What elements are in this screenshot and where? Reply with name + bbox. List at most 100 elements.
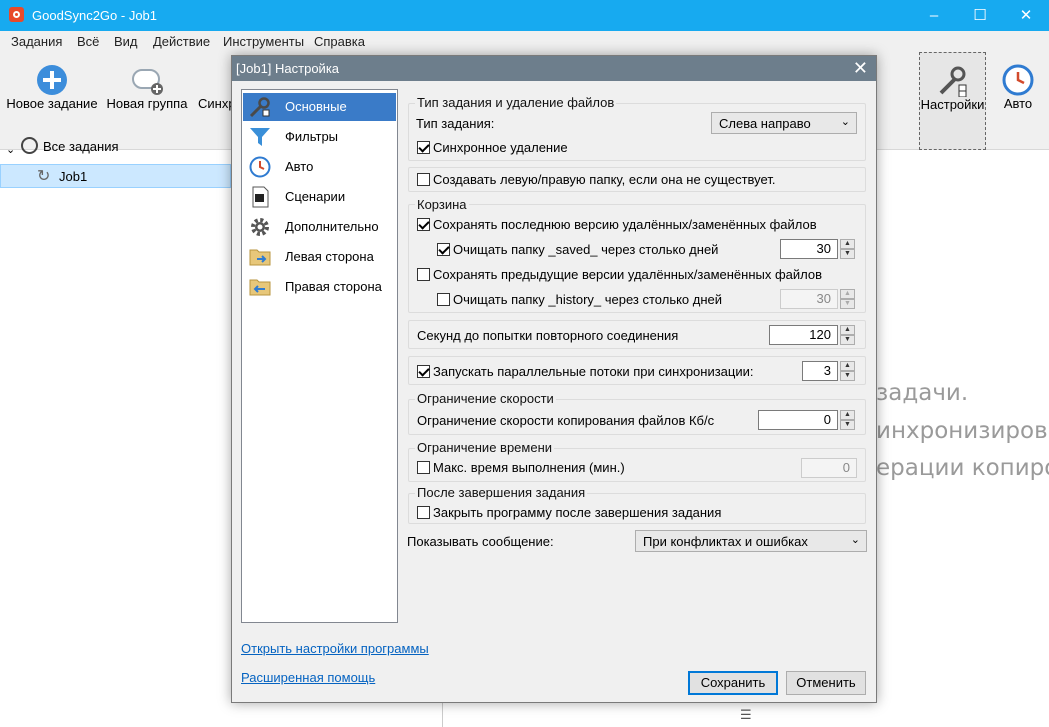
chevron-down-icon: ⌄ <box>840 116 850 128</box>
job-tree: ⌄ Все задания ↻ Job1 <box>0 137 231 727</box>
menu-action[interactable]: Действие <box>153 34 210 49</box>
parallel-checkbox[interactable] <box>417 365 430 378</box>
tree-item-job1[interactable]: ↻ Job1 <box>0 164 231 188</box>
nav-item-general[interactable]: Основные <box>243 93 396 121</box>
save-button[interactable]: Сохранить <box>688 671 778 695</box>
clean-history-checkbox[interactable] <box>437 293 450 306</box>
nav-item-right-side[interactable]: Правая сторона <box>243 273 396 301</box>
stepper-up-icon[interactable]: ▲ <box>840 289 855 299</box>
clean-saved-checkbox[interactable] <box>437 243 450 256</box>
open-program-settings-link[interactable]: Открыть настройки программы <box>241 641 429 656</box>
keep-previous-checkbox[interactable] <box>417 268 430 281</box>
menu-jobs[interactable]: Задания <box>11 34 62 49</box>
maximize-button[interactable]: ☐ <box>957 0 1003 31</box>
keep-previous-label: Сохранять предыдущие версии удалённых/за… <box>433 267 823 282</box>
keep-last-label: Сохранять последнюю версию удалённых/зам… <box>433 217 817 232</box>
menu-tools[interactable]: Инструменты <box>223 34 304 49</box>
folder-left-icon <box>249 249 271 266</box>
stepper-up-icon[interactable]: ▲ <box>840 361 855 371</box>
settings-dialog: [Job1] Настройка ✕ Основные Фильтры Авто <box>231 55 877 703</box>
stepper-up-icon[interactable]: ▲ <box>840 410 855 420</box>
auto-label: Авто <box>1003 96 1033 111</box>
stepper-down-icon[interactable]: ▼ <box>840 299 855 309</box>
minimize-button[interactable]: – <box>911 0 957 31</box>
show-message-label: Показывать сообщение: <box>407 534 554 549</box>
sync-button[interactable]: Синхр <box>194 52 236 150</box>
settings-button[interactable]: Настройки <box>919 52 986 150</box>
clean-saved-stepper[interactable]: 30 ▲ ▼ <box>780 239 856 259</box>
close-button[interactable]: ✕ <box>1003 0 1049 31</box>
nav-item-scripts[interactable]: Сценарии <box>243 183 396 211</box>
nav-item-advanced[interactable]: Дополнительно <box>243 213 396 241</box>
retry-label: Секунд до попытки повторного соединения <box>417 328 679 343</box>
sync-delete-label: Синхронное удаление <box>433 140 568 155</box>
time-limit-field[interactable]: 0 <box>801 458 857 478</box>
funnel-icon <box>250 128 270 146</box>
menu-view[interactable]: Вид <box>114 34 138 49</box>
nav-label-scripts: Сценарии <box>285 189 346 204</box>
time-limit-value[interactable]: 0 <box>801 458 857 478</box>
speed-stepper[interactable]: 0 ▲ ▼ <box>758 410 856 430</box>
nav-item-filters[interactable]: Фильтры <box>243 123 396 151</box>
chevron-down-icon: ⌄ <box>850 534 860 546</box>
nav-label-right-side: Правая сторона <box>285 279 382 294</box>
chevron-down-icon[interactable]: ⌄ <box>6 143 15 156</box>
stepper-down-icon[interactable]: ▼ <box>840 249 855 259</box>
nav-item-auto[interactable]: Авто <box>243 153 396 181</box>
speed-value[interactable]: 0 <box>758 410 838 430</box>
app-logo-icon <box>9 7 24 22</box>
job-type-group-title: Тип задания и удаление файлов <box>415 95 617 110</box>
after-finish-group-title: После завершения задания <box>415 485 588 500</box>
wrench-icon <box>249 97 270 118</box>
auto-button[interactable]: Авто <box>996 52 1040 150</box>
new-job-button[interactable]: Новое задание <box>4 52 100 150</box>
recycle-group-title: Корзина <box>415 197 469 212</box>
title-bar: GoodSync2Go - Job1 – ☐ ✕ <box>0 0 1049 31</box>
dialog-close-button[interactable]: ✕ <box>853 58 868 79</box>
tree-label-all-jobs: Все задания <box>43 139 119 154</box>
background-hint-line1: задачи. <box>876 380 969 406</box>
add-group-icon <box>132 69 163 95</box>
nav-label-left-side: Левая сторона <box>285 249 374 264</box>
nav-label-general: Основные <box>285 99 347 114</box>
retry-value[interactable]: 120 <box>769 325 838 345</box>
menu-bar: Задания Всё Вид Действие Инструменты Спр… <box>0 31 1049 52</box>
retry-stepper[interactable]: 120 ▲ ▼ <box>769 325 856 345</box>
close-after-checkbox[interactable] <box>417 506 430 519</box>
new-group-button[interactable]: Новая группа <box>104 52 190 150</box>
clean-history-stepper[interactable]: 30 ▲ ▼ <box>780 289 856 309</box>
background-hint-line3: ерации копиро <box>876 455 1049 481</box>
nav-item-left-side[interactable]: Левая сторона <box>243 243 396 271</box>
show-message-select[interactable]: При конфликтах и ошибках ⌄ <box>635 530 867 552</box>
speed-group-title: Ограничение скорости <box>415 391 556 406</box>
stepper-down-icon[interactable]: ▼ <box>840 371 855 381</box>
menu-all[interactable]: Всё <box>77 34 99 49</box>
add-circle-icon <box>37 65 67 95</box>
settings-icon <box>939 66 966 97</box>
close-after-label: Закрыть программу после завершения задан… <box>433 505 722 520</box>
job-type-label: Тип задания: <box>416 116 495 131</box>
create-folder-checkbox[interactable] <box>417 173 430 186</box>
cancel-button[interactable]: Отменить <box>786 671 866 695</box>
sync-delete-checkbox[interactable] <box>417 141 430 154</box>
parallel-stepper[interactable]: 3 ▲ ▼ <box>802 361 856 381</box>
parallel-label: Запускать параллельные потоки при синхро… <box>433 364 754 379</box>
log-icon[interactable]: ☰ <box>740 707 752 723</box>
extended-help-link[interactable]: Расширенная помощь <box>241 670 375 685</box>
stepper-down-icon[interactable]: ▼ <box>840 335 855 345</box>
keep-last-checkbox[interactable] <box>417 218 430 231</box>
nav-label-advanced: Дополнительно <box>285 219 379 234</box>
sync-label: Синхр <box>198 96 236 111</box>
parallel-value[interactable]: 3 <box>802 361 838 381</box>
clean-saved-value[interactable]: 30 <box>780 239 838 259</box>
stepper-up-icon[interactable]: ▲ <box>840 239 855 249</box>
clock-icon <box>1002 64 1034 96</box>
clean-history-label: Очищать папку _history_ через столько дн… <box>453 292 723 307</box>
menu-help[interactable]: Справка <box>314 34 365 49</box>
stepper-up-icon[interactable]: ▲ <box>840 325 855 335</box>
clean-history-value[interactable]: 30 <box>780 289 838 309</box>
time-limit-label: Макс. время выполнения (мин.) <box>433 460 625 475</box>
stepper-down-icon[interactable]: ▼ <box>840 420 855 430</box>
job-type-select[interactable]: Слева направо ⌄ <box>711 112 857 134</box>
time-limit-checkbox[interactable] <box>417 461 430 474</box>
